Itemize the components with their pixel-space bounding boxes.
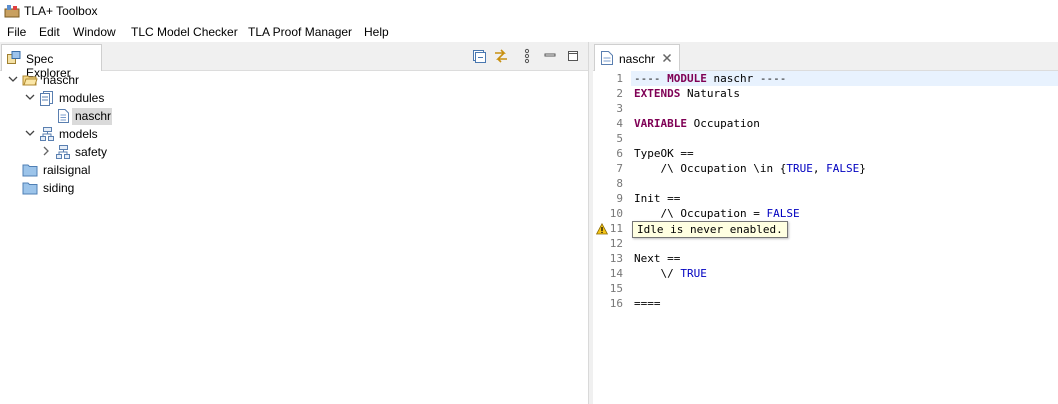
line-number: 11 (609, 222, 623, 235)
line-number: 4 (616, 117, 623, 130)
menu-bar: File Edit Window TLC Model Checker TLA P… (0, 22, 1058, 42)
tree-label-models: models (59, 127, 98, 141)
code-line-10: /\ Occupation = FALSE (634, 207, 800, 220)
line-number: 10 (609, 207, 623, 220)
models-icon (40, 127, 54, 141)
code-line-16: ==== (634, 297, 661, 310)
maximize-icon[interactable] (565, 48, 581, 64)
chevron-right-icon[interactable] (40, 145, 52, 157)
menu-window[interactable]: Window (73, 25, 116, 39)
tree-item-railsignal[interactable]: railsignal (0, 161, 300, 179)
editor-tab-naschr[interactable]: naschr (594, 44, 680, 71)
line-number: 12 (609, 237, 623, 250)
tree-item-module-file-naschr[interactable]: naschr (0, 107, 300, 125)
chevron-down-icon[interactable] (7, 73, 19, 85)
folder-icon (22, 164, 38, 177)
model-icon (56, 145, 70, 159)
line-number: 15 (609, 282, 623, 295)
minimize-icon[interactable] (542, 48, 558, 64)
folder-icon (22, 182, 38, 195)
link-with-editor-icon[interactable] (493, 48, 509, 64)
line-number: 1 (616, 72, 623, 85)
line-number: 2 (616, 87, 623, 100)
editor-view: naschr 1 2 3 4 5 6 7 8 9 10 11 12 13 14 … (593, 42, 1058, 404)
code-line-4: VARIABLE Occupation (634, 117, 760, 130)
spec-explorer-tab[interactable]: Spec Explorer (1, 44, 102, 80)
line-number: 14 (609, 267, 623, 280)
chevron-down-icon[interactable] (24, 91, 36, 103)
view-menu-icon[interactable] (519, 48, 535, 64)
collapse-all-icon[interactable] (471, 48, 487, 64)
tree-item-siding[interactable]: siding (0, 179, 300, 197)
menu-tla-proof-manager[interactable]: TLA Proof Manager (248, 25, 352, 39)
menu-file[interactable]: File (7, 25, 26, 39)
chevron-down-icon[interactable] (24, 127, 36, 139)
editor-tab-label: naschr (619, 52, 656, 66)
line-number: 6 (616, 147, 623, 160)
tree-label-naschr-module: naschr (75, 109, 112, 123)
line-number: 13 (609, 252, 623, 265)
menu-edit[interactable]: Edit (39, 25, 60, 39)
tree-label-railsignal: railsignal (43, 163, 91, 177)
code-line-14: \/ TRUE (634, 267, 707, 280)
modules-icon (40, 91, 53, 106)
menu-help[interactable]: Help (364, 25, 389, 39)
tree-item-models[interactable]: models (0, 125, 300, 143)
open-folder-icon (22, 75, 38, 86)
line-number: 9 (616, 192, 623, 205)
menu-tlc-model-checker[interactable]: TLC Model Checker (131, 25, 238, 39)
line-number: 8 (616, 177, 623, 190)
line-number-gutter: 1 2 3 4 5 6 7 8 9 10 11 12 13 14 15 16 (593, 71, 631, 404)
code-editor[interactable]: ---- MODULE naschr ---- EXTENDS Naturals… (631, 71, 1058, 404)
tree-label-modules: modules (59, 91, 105, 105)
tree-item-model-safety[interactable]: safety (0, 143, 300, 161)
line-number: 16 (609, 297, 623, 310)
code-line-13: Next == (634, 252, 681, 265)
code-line-1: ---- MODULE naschr ---- (634, 72, 787, 85)
tree-label-naschr: naschr (43, 73, 80, 87)
editor-header: naschr (593, 42, 1058, 71)
window-title: TLA+ Toolbox (24, 4, 98, 18)
tree-item-naschr-spec[interactable]: naschr (0, 71, 300, 89)
spec-explorer-icon (7, 51, 21, 64)
code-line-9: Init == (634, 192, 681, 205)
spec-explorer-header: Spec Explorer (0, 42, 588, 80)
tree-label-siding: siding (43, 181, 75, 195)
tree-label-safety: safety (75, 145, 108, 159)
line-number: 5 (616, 132, 623, 145)
code-line-7: /\ Occupation \in {TRUE, FALSE} (634, 162, 866, 175)
line-number: 3 (616, 102, 623, 115)
title-bar: TLA+ Toolbox (0, 0, 1058, 22)
tla-toolbox-app-icon (4, 5, 20, 18)
warning-tooltip: Idle is never enabled. (632, 221, 788, 238)
tree-item-modules[interactable]: modules (0, 89, 300, 107)
file-icon (58, 109, 69, 123)
code-line-2: EXTENDS Naturals (634, 87, 740, 100)
line-number: 7 (616, 162, 623, 175)
spec-explorer-view: Spec Explorer naschr modules naschr mode… (0, 42, 589, 404)
code-line-6: TypeOK == (634, 147, 694, 160)
close-icon[interactable] (661, 52, 673, 64)
tla-file-icon (601, 51, 613, 65)
